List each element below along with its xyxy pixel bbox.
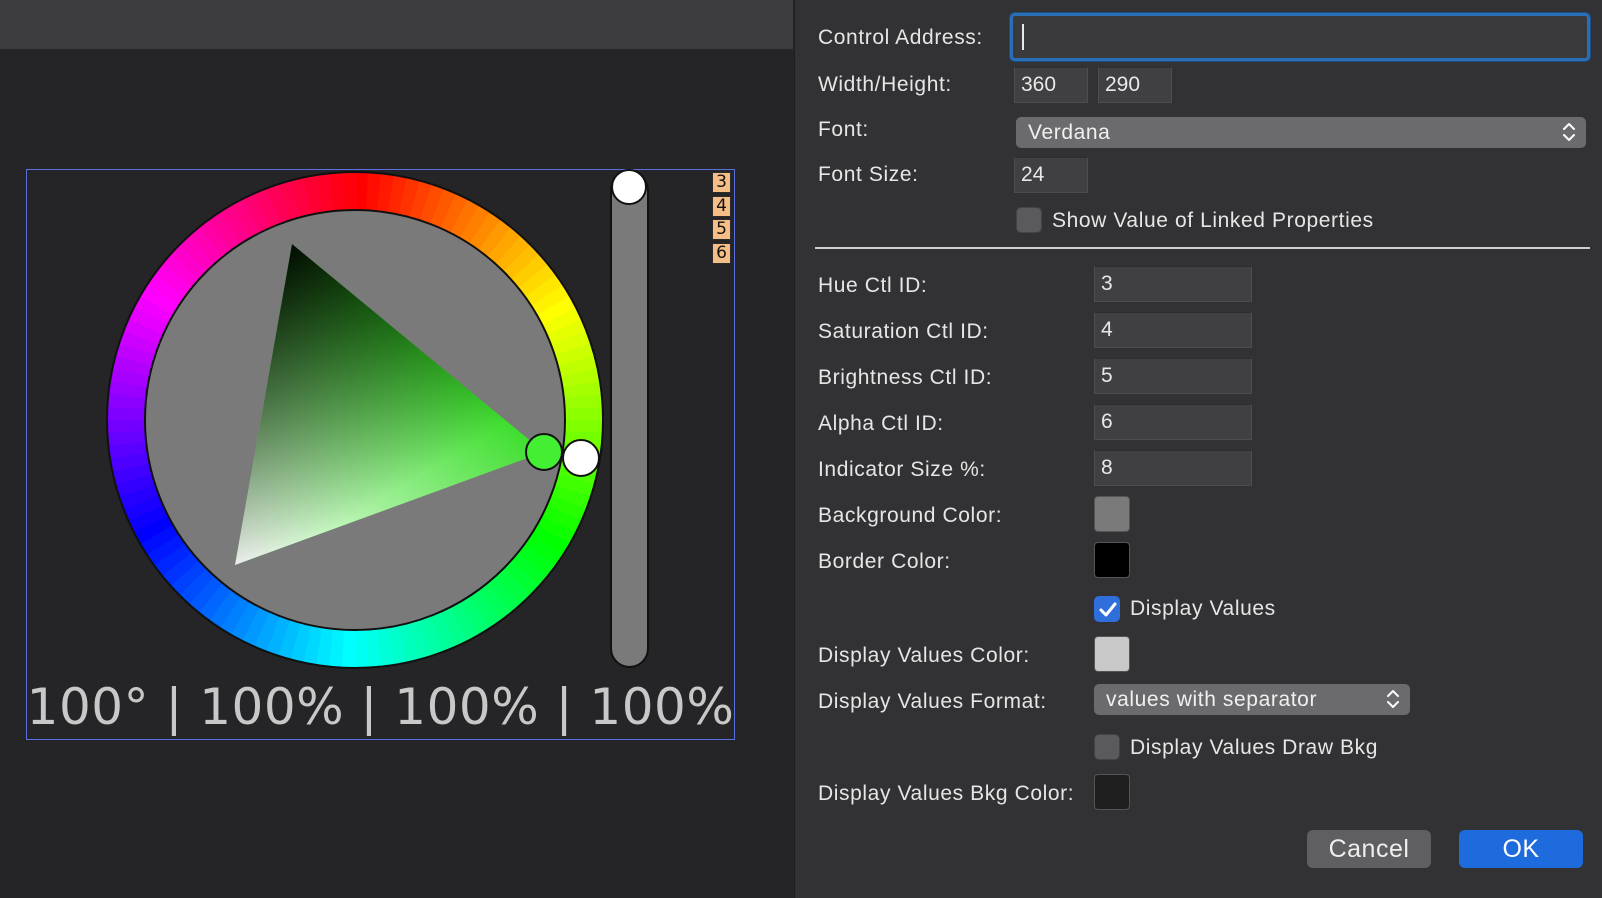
- hue-ctl-input[interactable]: 3: [1094, 266, 1252, 302]
- show-linked-checkbox[interactable]: [1016, 207, 1042, 233]
- cancel-button[interactable]: Cancel: [1307, 830, 1431, 868]
- border-color-swatch[interactable]: [1094, 542, 1130, 578]
- brightness-ctl-label: Brightness Ctl ID:: [818, 366, 993, 389]
- hue-ctl-label: Hue Ctl ID:: [818, 274, 928, 297]
- width-height-label: Width/Height:: [818, 73, 952, 96]
- display-values-label: Display Values: [1130, 597, 1276, 620]
- control-address-input[interactable]: [1010, 13, 1590, 61]
- show-linked-label: Show Value of Linked Properties: [1052, 209, 1374, 232]
- background-color-label: Background Color:: [818, 504, 1003, 527]
- display-values-format-label: Display Values Format:: [818, 690, 1047, 713]
- ok-button[interactable]: OK: [1459, 830, 1583, 868]
- display-values-draw-bkg-checkbox[interactable]: [1094, 734, 1120, 760]
- control-id-badge-hue: 3: [712, 172, 731, 193]
- border-color-label: Border Color:: [818, 550, 951, 573]
- alpha-slider-track[interactable]: [610, 171, 649, 668]
- display-values-format-select[interactable]: values with separator: [1094, 684, 1410, 715]
- triangle-indicator-handle[interactable]: [525, 433, 563, 471]
- font-size-label: Font Size:: [818, 163, 919, 186]
- section-divider: [815, 247, 1590, 249]
- chevron-up-down-icon: [1563, 123, 1575, 141]
- values-readout: 100° | 100% | 100% | 100%: [26, 678, 735, 736]
- display-values-color-label: Display Values Color:: [818, 644, 1030, 667]
- canvas-area: 3 4 5 6 100° | 100% | 100% | 100%: [0, 0, 793, 898]
- hue-indicator-handle[interactable]: [562, 439, 600, 477]
- display-values-format-value: values with separator: [1106, 688, 1318, 711]
- control-id-badge-brightness: 5: [712, 219, 731, 240]
- brightness-ctl-input[interactable]: 5: [1094, 358, 1252, 394]
- width-input[interactable]: 360: [1014, 67, 1088, 103]
- control-address-label: Control Address:: [818, 26, 983, 49]
- font-size-input[interactable]: 24: [1014, 157, 1088, 193]
- saturation-ctl-input[interactable]: 4: [1094, 312, 1252, 348]
- control-id-badge-saturation: 4: [712, 196, 731, 217]
- display-values-draw-bkg-label: Display Values Draw Bkg: [1130, 736, 1378, 759]
- font-label: Font:: [818, 118, 869, 141]
- indicator-size-label: Indicator Size %:: [818, 458, 986, 481]
- height-input[interactable]: 290: [1098, 67, 1172, 103]
- chevron-up-down-icon: [1387, 690, 1399, 708]
- font-select-value: Verdana: [1028, 121, 1111, 144]
- background-color-swatch[interactable]: [1094, 496, 1130, 532]
- saturation-ctl-label: Saturation Ctl ID:: [818, 320, 989, 343]
- alpha-ctl-label: Alpha Ctl ID:: [818, 412, 944, 435]
- font-select[interactable]: Verdana: [1016, 117, 1586, 148]
- alpha-slider-handle[interactable]: [611, 169, 647, 205]
- display-values-checkbox[interactable]: [1094, 596, 1120, 622]
- checkmark-icon: [1099, 602, 1117, 617]
- display-values-color-swatch[interactable]: [1094, 636, 1130, 672]
- control-id-badge-alpha: 6: [712, 243, 731, 264]
- indicator-size-input[interactable]: 8: [1094, 450, 1252, 486]
- display-values-bkg-color-swatch[interactable]: [1094, 774, 1130, 810]
- color-wheel-graphic: [106, 169, 649, 669]
- alpha-ctl-input[interactable]: 6: [1094, 404, 1252, 440]
- display-values-bkg-color-label: Display Values Bkg Color:: [818, 782, 1075, 805]
- text-caret: [1022, 24, 1024, 50]
